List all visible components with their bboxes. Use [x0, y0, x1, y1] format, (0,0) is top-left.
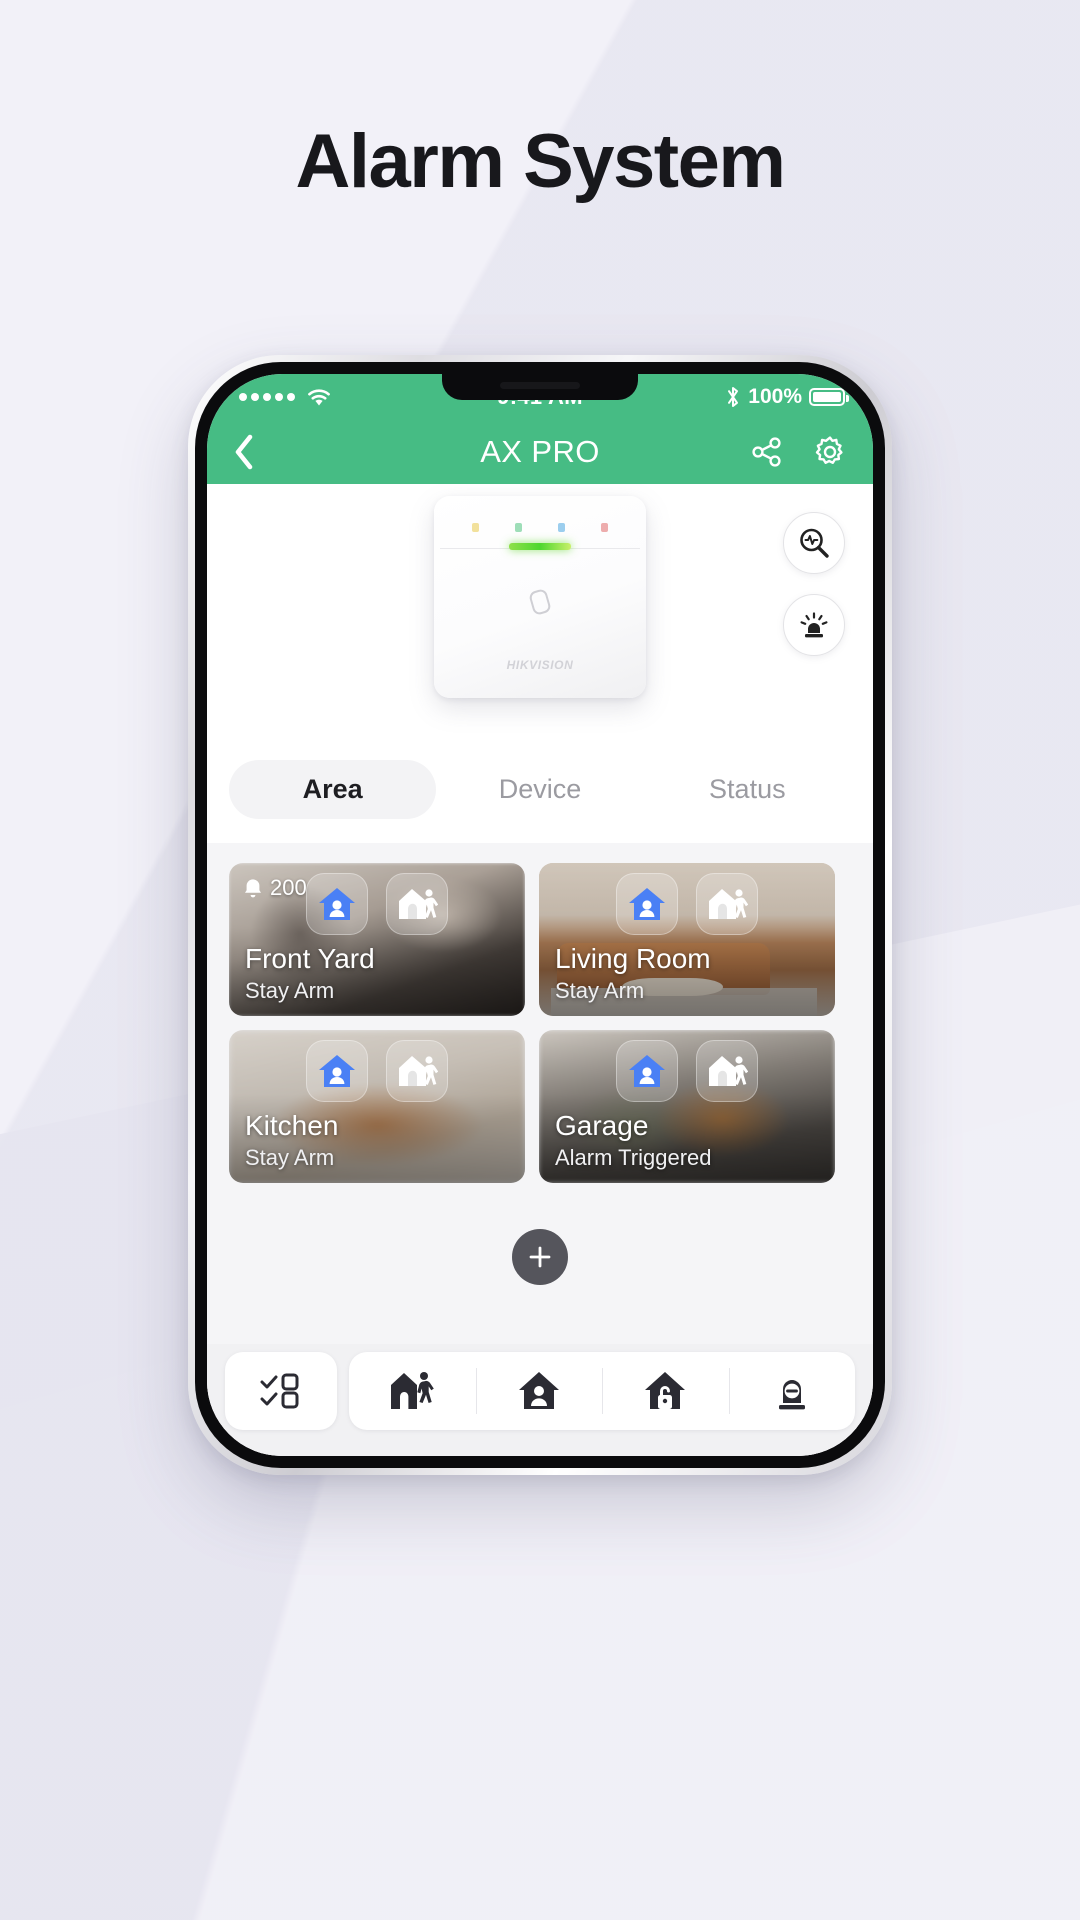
house-person-icon: [518, 1372, 559, 1409]
arm-mode-buttons: [229, 873, 525, 935]
arm-mode-buttons: [539, 1040, 835, 1102]
away-arm-toggle[interactable]: [386, 1040, 448, 1102]
hub-tag-reader-icon: [528, 587, 552, 617]
phone-notch: [442, 374, 638, 400]
hub-led-row: [434, 523, 646, 532]
checklist-icon: [260, 1373, 302, 1409]
card-text: Front Yard Stay Arm: [245, 943, 375, 1004]
area-card-living-room[interactable]: Living Room Stay Arm: [539, 863, 835, 1016]
area-name: Front Yard: [245, 942, 375, 974]
magnifier-pulse-icon: [797, 526, 831, 560]
house-lock-icon: [645, 1372, 686, 1409]
earpiece-speaker: [500, 382, 580, 389]
house-walking-icon: [391, 1372, 435, 1409]
area-card-kitchen[interactable]: Kitchen Stay Arm: [229, 1030, 525, 1183]
house-walking-icon: [709, 889, 748, 919]
away-arm-toggle[interactable]: [696, 873, 758, 935]
stay-arm-toggle[interactable]: [616, 1040, 678, 1102]
siren-minus-icon: [778, 1380, 805, 1410]
card-text: Living Room Stay Arm: [555, 943, 711, 1004]
hub-brand-label: HIKVISION: [506, 658, 574, 672]
area-name: Garage: [555, 1109, 649, 1141]
bottom-toolbar: [207, 1344, 873, 1456]
house-person-icon: [319, 1055, 355, 1087]
back-button[interactable]: [233, 434, 255, 470]
siren-icon: [797, 608, 831, 642]
house-person-icon: [319, 888, 355, 920]
disarm-button[interactable]: [602, 1352, 729, 1430]
nav-bar-actions: [751, 435, 847, 469]
page-title: Alarm System: [295, 119, 786, 204]
silence-alarm-button[interactable]: [728, 1352, 856, 1430]
gear-icon[interactable]: [813, 435, 847, 469]
house-person-icon: [629, 1055, 665, 1087]
area-state: Stay Arm: [245, 1145, 335, 1170]
add-area-button[interactable]: [512, 1229, 568, 1285]
tab-area[interactable]: Area: [229, 760, 437, 819]
segment-tabs: Area Device Status: [207, 746, 873, 843]
share-nodes-icon[interactable]: [751, 436, 783, 468]
area-name: Kitchen: [245, 1109, 339, 1141]
away-arm-toggle[interactable]: [696, 1040, 758, 1102]
ax-pro-hub-image: HIKVISION: [434, 496, 646, 698]
phone-screen: 9:41 AM 100% AX: [207, 374, 873, 1456]
arm-actions-group: [349, 1352, 855, 1430]
plus-icon: [526, 1243, 554, 1271]
area-grid: 200 Front Yard Stay Arm Living Room Stay…: [229, 863, 851, 1183]
card-text: Garage Alarm Triggered: [555, 1110, 712, 1171]
hero-actions: [783, 512, 845, 656]
away-arm-button[interactable]: [349, 1352, 476, 1430]
stay-arm-button[interactable]: [475, 1352, 603, 1430]
stay-arm-toggle[interactable]: [616, 873, 678, 935]
card-text: Kitchen Stay Arm: [245, 1110, 338, 1171]
diagnostics-button[interactable]: [783, 512, 845, 574]
tab-device[interactable]: Device: [436, 760, 643, 819]
area-name: Living Room: [555, 942, 711, 974]
house-person-icon: [629, 888, 665, 920]
device-hero: HIKVISION: [207, 484, 873, 746]
away-arm-toggle[interactable]: [386, 873, 448, 935]
phone-bezel: 9:41 AM 100% AX: [195, 362, 885, 1468]
nav-bar: AX PRO: [207, 420, 873, 484]
arm-mode-buttons: [539, 873, 835, 935]
house-walking-icon: [399, 889, 438, 919]
stay-arm-toggle[interactable]: [306, 1040, 368, 1102]
stay-arm-toggle[interactable]: [306, 873, 368, 935]
house-walking-icon: [399, 1056, 438, 1086]
phone-frame: 9:41 AM 100% AX: [188, 355, 892, 1475]
tab-status[interactable]: Status: [644, 760, 851, 819]
area-state: Stay Arm: [555, 978, 645, 1003]
area-state: Stay Arm: [245, 978, 335, 1003]
siren-button[interactable]: [783, 594, 845, 656]
arm-mode-buttons: [229, 1040, 525, 1102]
area-card-front-yard[interactable]: 200 Front Yard Stay Arm: [229, 863, 525, 1016]
select-all-button[interactable]: [225, 1352, 337, 1430]
area-state: Alarm Triggered: [555, 1145, 712, 1170]
house-walking-icon: [709, 1056, 748, 1086]
add-area-row: [229, 1229, 851, 1285]
battery-full-icon: [809, 388, 849, 406]
area-card-garage[interactable]: Garage Alarm Triggered: [539, 1030, 835, 1183]
hub-status-bar-led: [509, 543, 571, 550]
